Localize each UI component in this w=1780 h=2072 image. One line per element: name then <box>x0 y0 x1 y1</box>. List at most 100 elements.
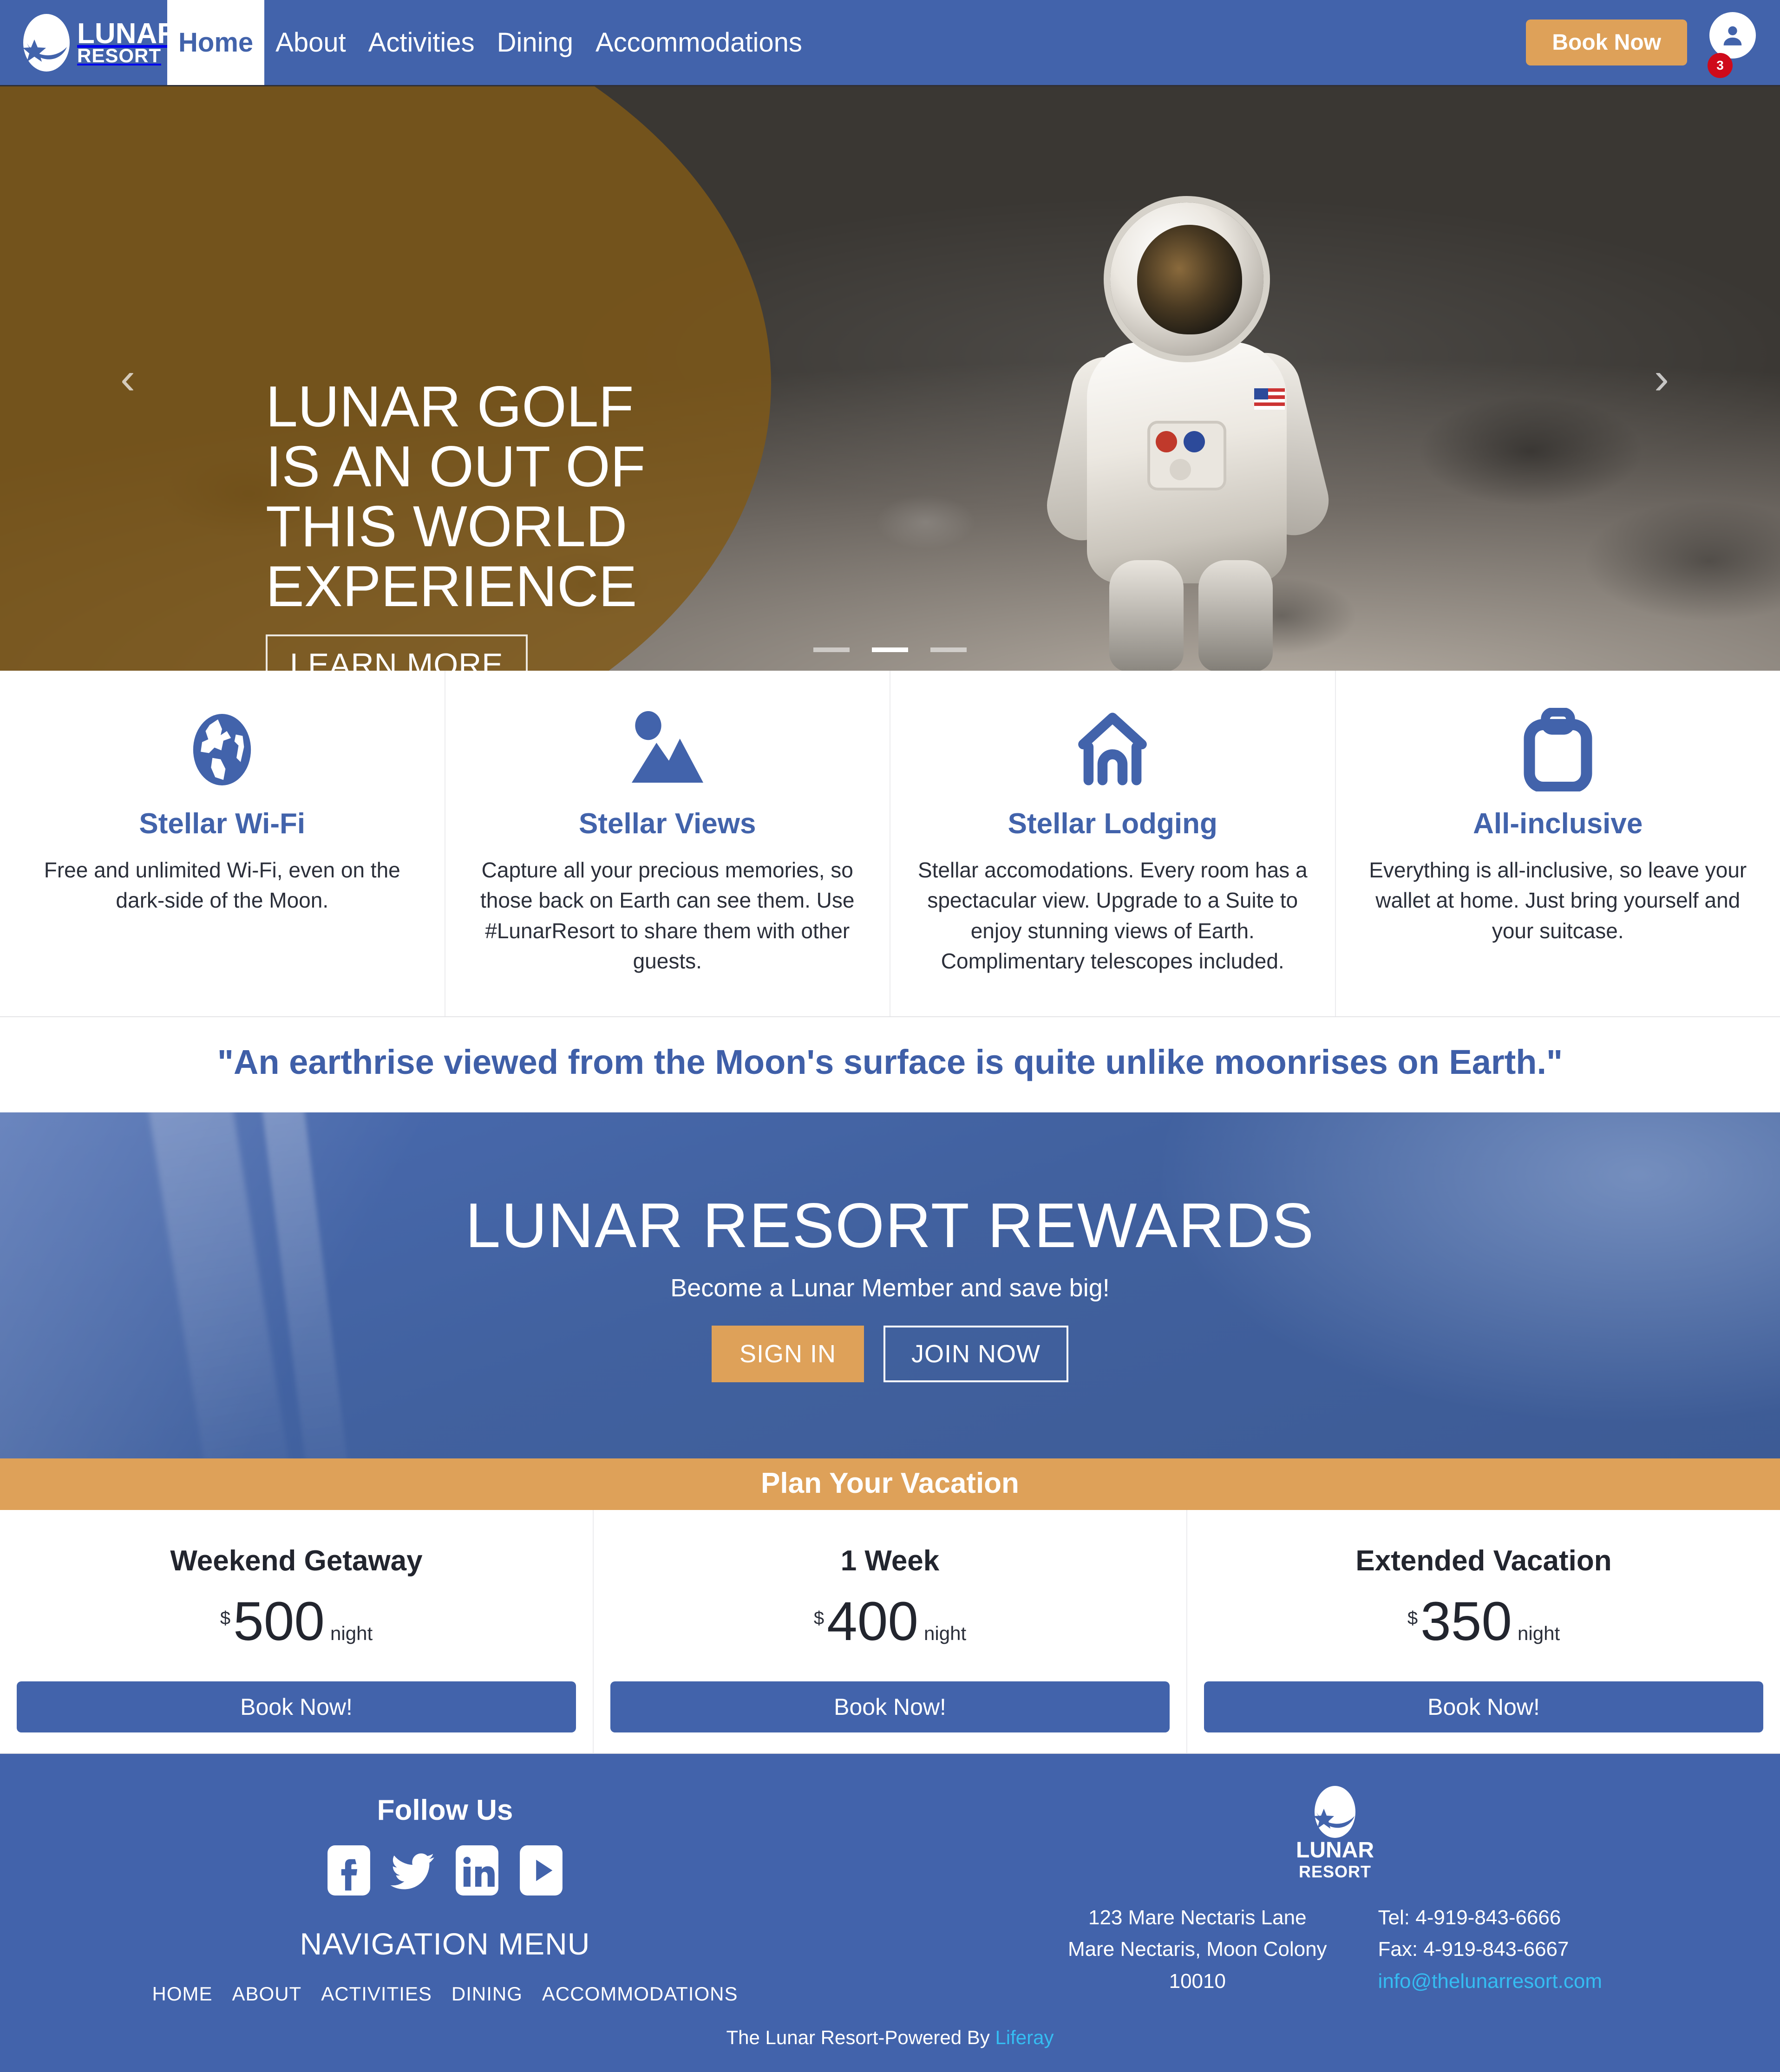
price-period: night <box>330 1622 373 1645</box>
primary-navigation: Home About Activities Dining Accommodati… <box>167 0 813 85</box>
price-row: $ 400 night <box>610 1594 1170 1649</box>
feature-title: Stellar Lodging <box>1008 807 1217 840</box>
price-amount: 400 <box>827 1594 918 1649</box>
footer-nav-home[interactable]: HOME <box>152 1983 213 2005</box>
feature-card-stellar-lodging: Stellar Lodging Stellar accomodations. E… <box>890 671 1336 1016</box>
footer-bottom-bar: The Lunar Resort-Powered By Liferay <box>0 2005 1780 2072</box>
feature-card-stellar-views: Stellar Views Capture all your precious … <box>445 671 891 1016</box>
feature-title: Stellar Wi-Fi <box>139 807 305 840</box>
astronaut-image <box>1059 203 1356 671</box>
brand-logo-link[interactable]: LUNAR RESORT <box>0 0 167 85</box>
chevron-right-icon[interactable]: › <box>1636 353 1687 404</box>
follow-us-title: Follow Us <box>0 1794 890 1827</box>
telephone-number: Tel: 4-919-843-6666 <box>1378 1902 1602 1934</box>
social-links <box>0 1845 890 1896</box>
navbar-right-actions: Book Now 3 <box>1526 0 1780 85</box>
plan-your-vacation-banner: Plan Your Vacation <box>0 1458 1780 1510</box>
globe-icon <box>188 703 256 796</box>
footer-brand-name-line2: RESORT <box>1299 1862 1371 1882</box>
rewards-title: LUNAR RESORT REWARDS <box>465 1189 1315 1262</box>
youtube-icon[interactable] <box>516 1845 566 1896</box>
notification-badge: 3 <box>1708 53 1733 78</box>
rewards-actions: SIGN IN JOIN NOW <box>465 1326 1315 1382</box>
feature-text: Capture all your precious memories, so t… <box>466 855 870 976</box>
linkedin-icon[interactable] <box>452 1845 502 1896</box>
hero-title-line3: THIS WORLD <box>266 497 730 557</box>
carousel-indicators <box>0 647 1780 652</box>
moon-star-logo-icon <box>20 13 72 73</box>
pricing-section: Weekend Getaway $ 500 night Book Now! 1 … <box>0 1510 1780 1754</box>
nav-item-dining[interactable]: Dining <box>486 0 584 85</box>
feature-card-all-inclusive: All-inclusive Everything is all-inclusiv… <box>1336 671 1780 1016</box>
footer-nav-accommodations[interactable]: ACCOMMODATIONS <box>542 1983 738 2005</box>
twitter-icon[interactable] <box>388 1845 438 1896</box>
price-title: Extended Vacation <box>1204 1544 1763 1577</box>
feature-text: Free and unlimited Wi-Fi, even on the da… <box>20 855 424 916</box>
site-footer: Follow Us <box>0 1754 1780 2005</box>
rewards-section: LUNAR RESORT REWARDS Become a Lunar Memb… <box>0 1112 1780 1458</box>
price-row: $ 350 night <box>1204 1594 1763 1649</box>
email-link[interactable]: info@thelunarresort.com <box>1378 1970 1602 1993</box>
carousel-indicator-2[interactable] <box>872 647 908 652</box>
learn-more-button[interactable]: LEARN MORE <box>266 634 528 671</box>
price-row: $ 500 night <box>17 1594 576 1649</box>
price-currency: $ <box>1407 1608 1418 1629</box>
price-period: night <box>1518 1622 1560 1645</box>
feature-title: Stellar Views <box>579 807 756 840</box>
house-icon <box>1073 703 1152 796</box>
features-section: Stellar Wi-Fi Free and unlimited Wi-Fi, … <box>0 671 1780 1017</box>
hero-title-line1: LUNAR GOLF <box>266 377 730 437</box>
nav-item-about[interactable]: About <box>264 0 357 85</box>
book-now-button[interactable]: Book Now <box>1526 20 1687 65</box>
address-line-3: 10010 <box>1068 1966 1327 1997</box>
price-title: Weekend Getaway <box>17 1544 576 1577</box>
mountain-photo-icon <box>626 703 709 796</box>
facebook-icon[interactable] <box>324 1845 374 1896</box>
book-now-button[interactable]: Book Now! <box>1204 1681 1763 1732</box>
footer-brand-name-line1: LUNAR <box>1296 1839 1374 1862</box>
rewards-content: LUNAR RESORT REWARDS Become a Lunar Memb… <box>465 1189 1315 1382</box>
join-now-button[interactable]: JOIN NOW <box>883 1326 1068 1382</box>
address-line-2: Mare Nectaris, Moon Colony <box>1068 1934 1327 1965</box>
nav-item-home[interactable]: Home <box>167 0 264 85</box>
address-line-1: 123 Mare Nectaris Lane <box>1068 1902 1327 1934</box>
address-block: 123 Mare Nectaris Lane Mare Nectaris, Mo… <box>1068 1902 1327 1997</box>
moon-star-logo-icon <box>1312 1784 1358 1839</box>
liferay-link[interactable]: Liferay <box>995 2026 1054 2048</box>
rewards-subtitle: Become a Lunar Member and save big! <box>465 1274 1315 1302</box>
footer-brand-logo: LUNAR RESORT <box>1296 1784 1374 1882</box>
suitcase-icon <box>1523 703 1593 796</box>
nav-item-accommodations[interactable]: Accommodations <box>584 0 813 85</box>
book-now-button[interactable]: Book Now! <box>17 1681 576 1732</box>
price-title: 1 Week <box>610 1544 1170 1577</box>
footer-nav-activities[interactable]: ACTIVITIES <box>321 1983 432 2005</box>
price-amount: 350 <box>1420 1594 1512 1649</box>
price-currency: $ <box>814 1608 824 1629</box>
carousel-indicator-1[interactable] <box>813 647 850 652</box>
footer-social-column: Follow Us <box>0 1784 890 2005</box>
feature-card-stellar-wifi: Stellar Wi-Fi Free and unlimited Wi-Fi, … <box>0 671 445 1016</box>
hero-content: LUNAR GOLF IS AN OUT OF THIS WORLD EXPER… <box>266 377 730 671</box>
price-amount: 500 <box>233 1594 325 1649</box>
footer-nav-dining[interactable]: DINING <box>452 1983 523 2005</box>
feature-text: Everything is all-inclusive, so leave yo… <box>1356 855 1760 946</box>
fax-number: Fax: 4-919-843-6667 <box>1378 1934 1602 1965</box>
user-account-menu[interactable]: 3 <box>1708 10 1758 75</box>
sign-in-button[interactable]: SIGN IN <box>712 1326 864 1382</box>
price-card-one-week: 1 Week $ 400 night Book Now! <box>594 1510 1187 1753</box>
book-now-button[interactable]: Book Now! <box>610 1681 1170 1732</box>
quote-section: "An earthrise viewed from the Moon's sur… <box>0 1017 1780 1112</box>
footer-contact-column: LUNAR RESORT 123 Mare Nectaris Lane Mare… <box>890 1784 1780 2005</box>
chevron-left-icon[interactable]: ‹ <box>102 353 153 404</box>
carousel-indicator-3[interactable] <box>930 647 967 652</box>
hero-title: LUNAR GOLF IS AN OUT OF THIS WORLD EXPER… <box>266 377 730 617</box>
price-period: night <box>924 1622 966 1645</box>
top-navbar: LUNAR RESORT Home About Activities Dinin… <box>0 0 1780 86</box>
footer-navigation: HOME ABOUT ACTIVITIES DINING ACCOMMODATI… <box>0 1983 890 2005</box>
phone-block: Tel: 4-919-843-6666 Fax: 4-919-843-6667 … <box>1378 1902 1602 1997</box>
navigation-menu-title: NAVIGATION MENU <box>0 1926 890 1961</box>
footer-contact-info: 123 Mare Nectaris Lane Mare Nectaris, Mo… <box>1068 1902 1602 1997</box>
nav-item-activities[interactable]: Activities <box>357 0 486 85</box>
footer-nav-about[interactable]: ABOUT <box>232 1983 302 2005</box>
user-avatar-icon[interactable] <box>1709 12 1756 59</box>
